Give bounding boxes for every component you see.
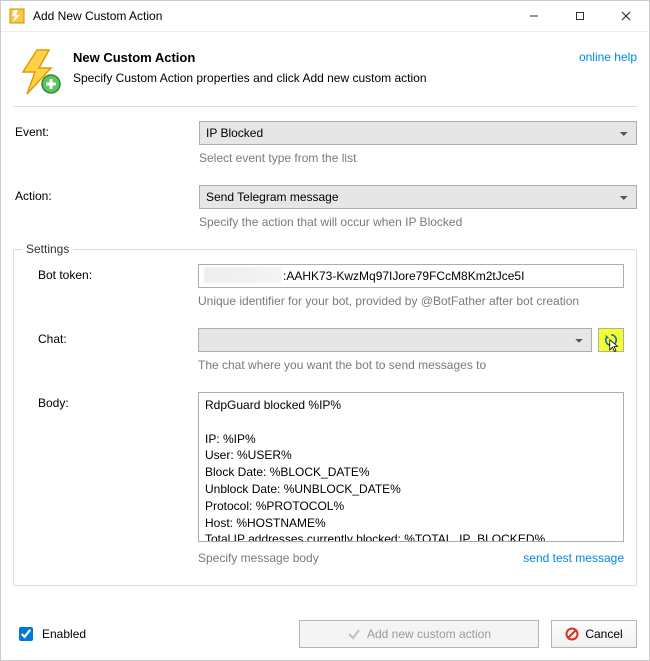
window-title: Add New Custom Action (33, 9, 511, 23)
bot-token-help: Unique identifier for your bot, provided… (198, 294, 624, 308)
action-row: Action: Send Telegram message Specify th… (13, 185, 637, 245)
bot-token-input[interactable] (198, 264, 624, 288)
bot-token-label: Bot token: (26, 264, 198, 282)
footer-bar: Enabled Add new custom action Cancel (13, 616, 637, 648)
lightning-plus-icon (15, 48, 63, 96)
close-button[interactable] (603, 1, 649, 31)
body-label: Body: (26, 392, 198, 410)
send-test-message-link[interactable]: send test message (523, 551, 624, 565)
header-heading: New Custom Action (73, 50, 579, 65)
maximize-button[interactable] (557, 1, 603, 31)
cancel-icon (565, 627, 579, 641)
titlebar: Add New Custom Action (1, 1, 649, 32)
refresh-chats-button[interactable] (598, 328, 624, 352)
chat-help: The chat where you want the bot to send … (198, 358, 624, 372)
minimize-button[interactable] (511, 1, 557, 31)
dialog-content: New Custom Action Specify Custom Action … (1, 32, 649, 660)
window-controls (511, 1, 649, 31)
chat-select[interactable] (198, 328, 592, 352)
body-textarea[interactable] (198, 392, 624, 542)
dialog-window: Add New Custom Action New Custom Action … (0, 0, 650, 661)
add-custom-action-button[interactable]: Add new custom action (299, 620, 539, 648)
event-label: Event: (13, 121, 199, 139)
action-label: Action: (13, 185, 199, 203)
action-select[interactable]: Send Telegram message (199, 185, 637, 209)
body-help: Specify message body (198, 551, 319, 565)
online-help-link[interactable]: online help (579, 48, 637, 64)
settings-legend: Settings (22, 242, 73, 256)
cancel-button-label: Cancel (585, 627, 622, 641)
enabled-checkbox[interactable] (19, 627, 33, 641)
app-icon (9, 8, 25, 24)
action-help: Specify the action that will occur when … (199, 215, 637, 229)
event-select[interactable]: IP Blocked (199, 121, 637, 145)
enabled-checkbox-wrap[interactable]: Enabled (15, 624, 86, 644)
body-row: Body: Specify message body send test mes… (26, 392, 624, 581)
chat-label: Chat: (26, 328, 198, 346)
bot-token-row: Bot token: Unique identifier for your bo… (26, 264, 624, 324)
settings-group: Settings Bot token: Unique identifier fo… (13, 249, 637, 586)
check-icon (347, 627, 361, 641)
add-button-label: Add new custom action (367, 627, 491, 641)
enabled-label: Enabled (42, 627, 86, 641)
header-subheading: Specify Custom Action properties and cli… (73, 71, 579, 85)
refresh-icon (604, 333, 618, 347)
event-help: Select event type from the list (199, 151, 637, 165)
cancel-button[interactable]: Cancel (551, 620, 637, 648)
event-row: Event: IP Blocked Select event type from… (13, 121, 637, 181)
chat-row: Chat: (26, 328, 624, 388)
header: New Custom Action Specify Custom Action … (13, 42, 637, 107)
